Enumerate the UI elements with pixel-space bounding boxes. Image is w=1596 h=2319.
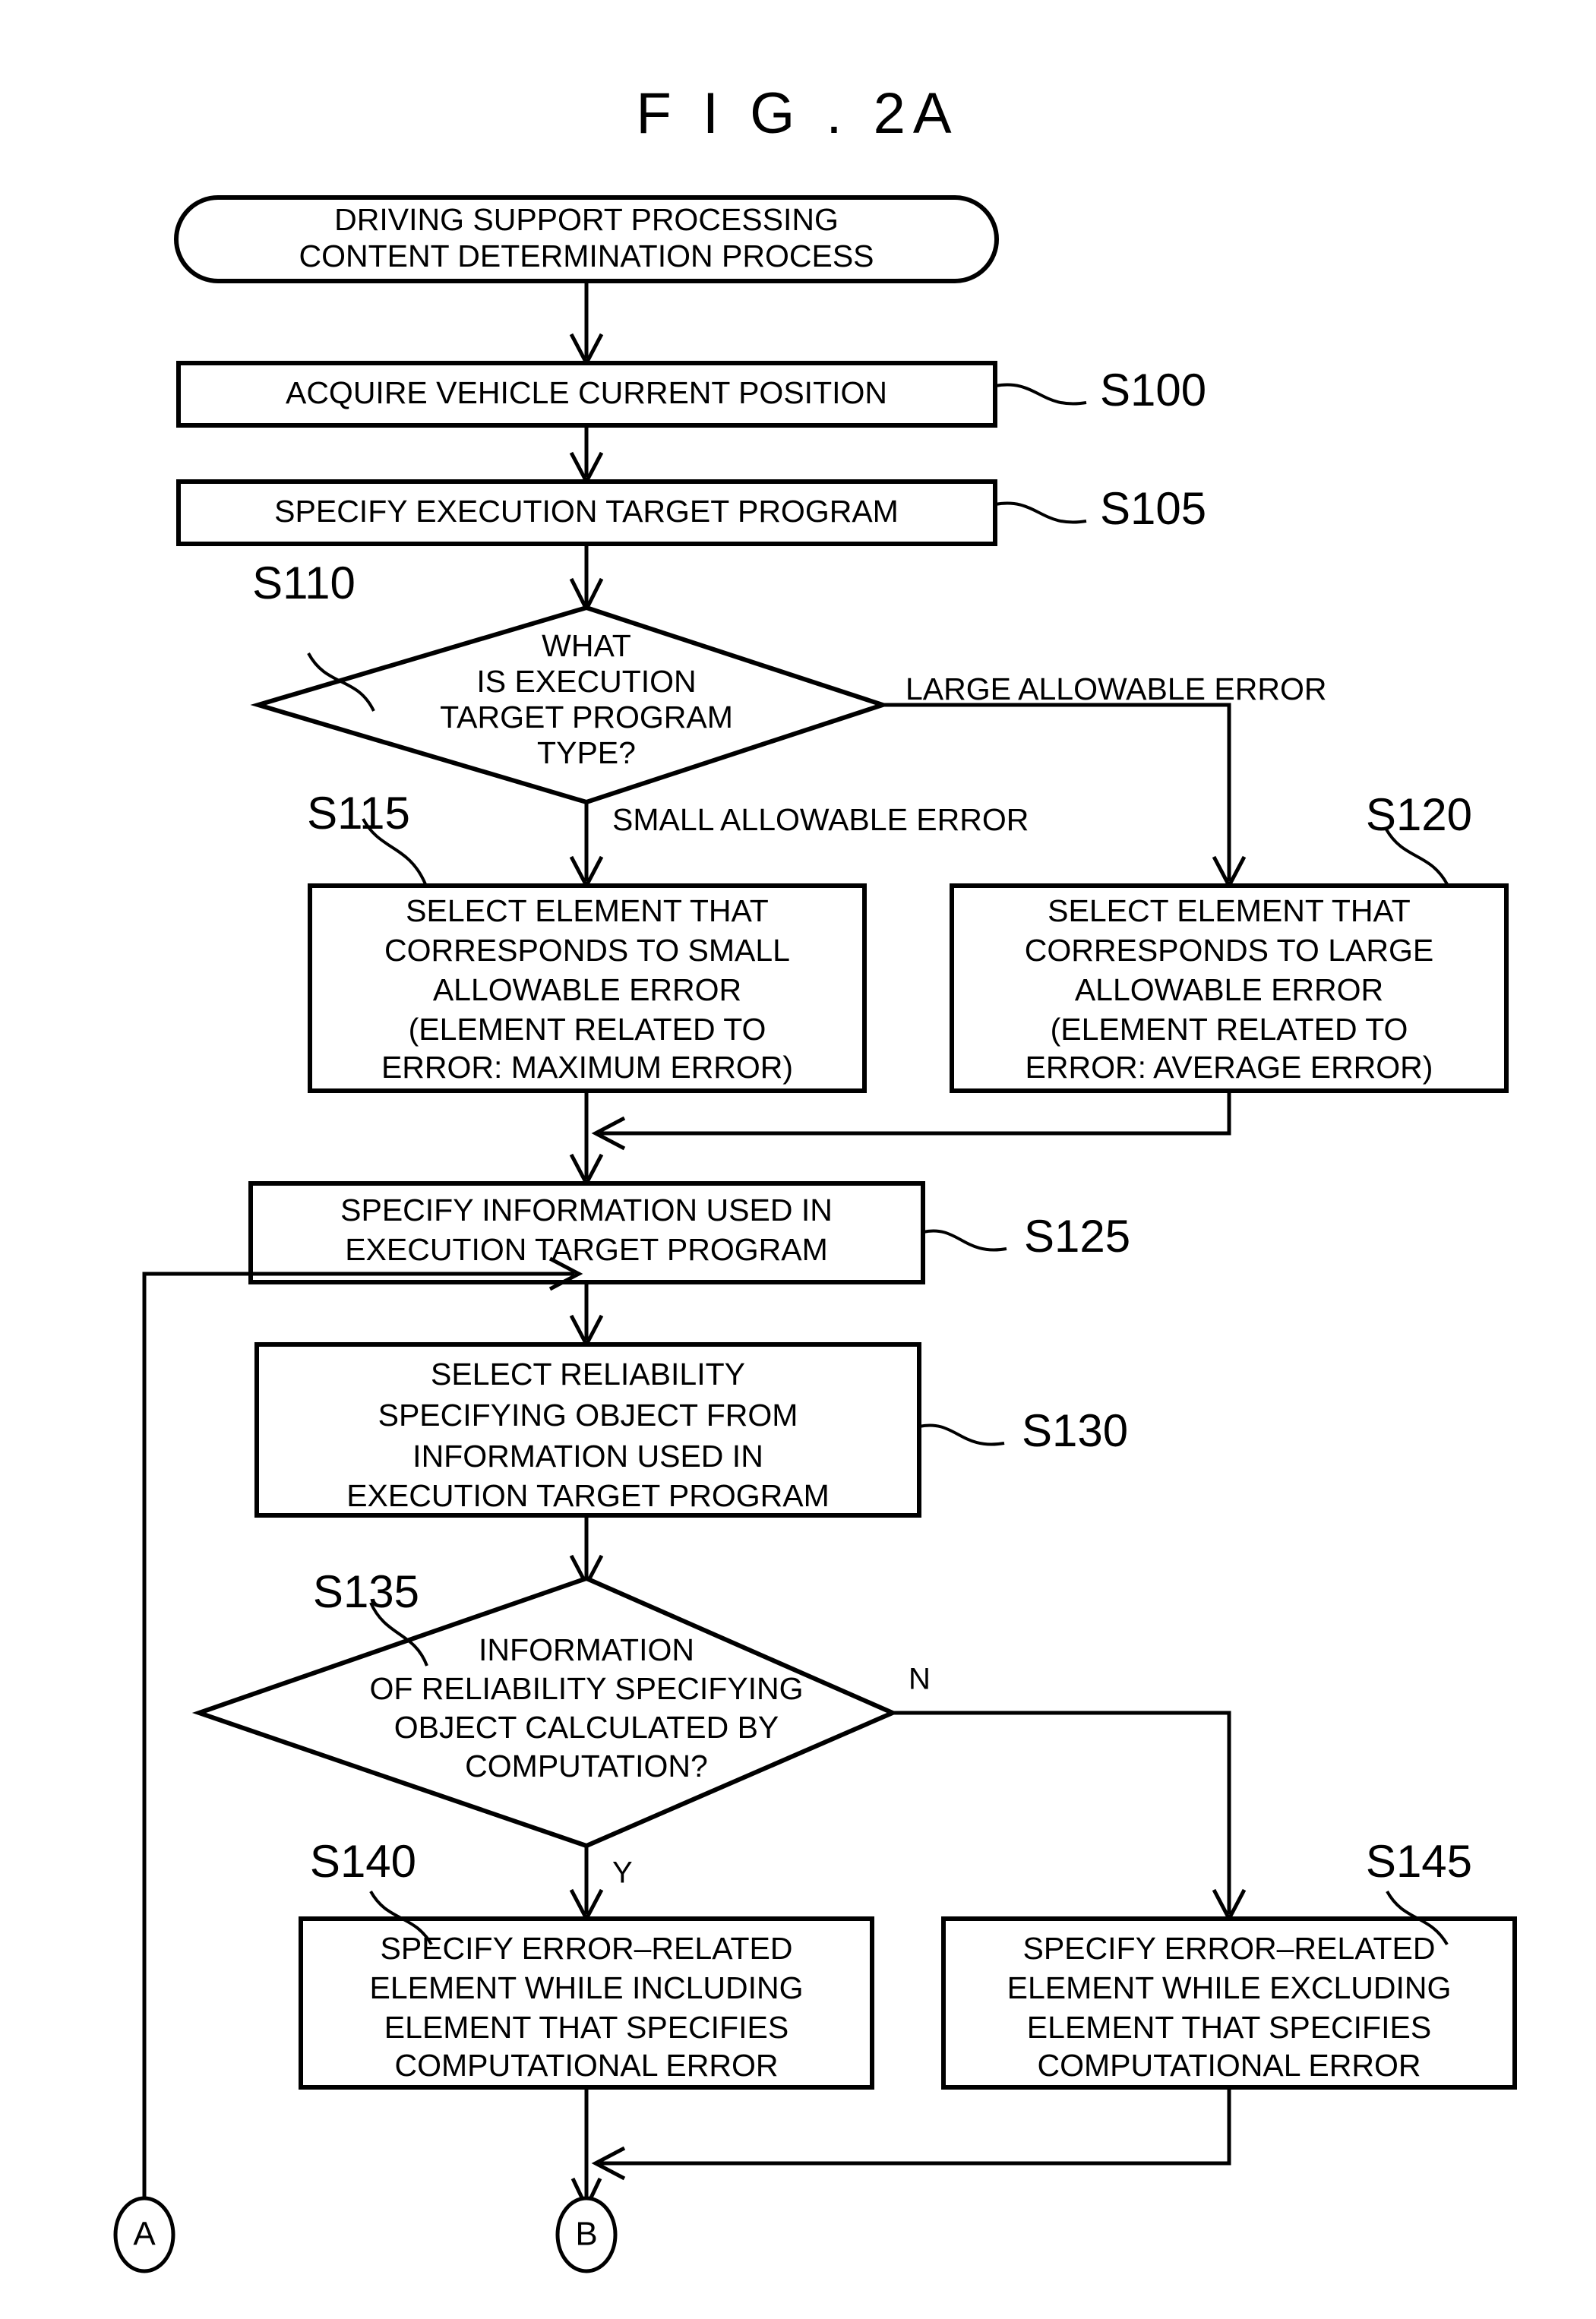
flowline-s135-no-branch bbox=[893, 1711, 1231, 1914]
s145-line-3: ELEMENT THAT SPECIFIES bbox=[1027, 2010, 1431, 2045]
s115-line-4: (ELEMENT RELATED TO bbox=[409, 1012, 766, 1047]
s140-line-3: ELEMENT THAT SPECIFIES bbox=[384, 2010, 789, 2045]
s130-line-4: EXECUTION TARGET PROGRAM bbox=[346, 1478, 830, 1513]
branch-label-large-allowable-error: LARGE ALLOWABLE ERROR bbox=[905, 671, 1326, 706]
flowline-s120-merge bbox=[600, 1091, 1231, 1136]
connector-b-label: B bbox=[575, 2216, 597, 2253]
s145-line-1: SPECIFY ERROR–RELATED bbox=[1022, 1931, 1435, 1966]
s105-step-label: S105 bbox=[1100, 483, 1206, 534]
s135-line-4: COMPUTATION? bbox=[465, 1749, 708, 1783]
figure-root: F I G . 2A DRIVING SUPPORT PROCESSING CO… bbox=[0, 0, 1596, 2319]
s125-line-2: EXECUTION TARGET PROGRAM bbox=[345, 1232, 828, 1267]
figure-title: F I G . 2A bbox=[636, 81, 959, 146]
s115-line-2: CORRESPONDS TO SMALL bbox=[384, 933, 790, 968]
s110-line-1: WHAT bbox=[542, 628, 631, 663]
s100-label: ACQUIRE VEHICLE CURRENT POSITION bbox=[286, 375, 887, 410]
flowline-s110-large-branch bbox=[883, 703, 1231, 881]
s135-line-1: INFORMATION bbox=[479, 1632, 694, 1667]
s110-line-2: IS EXECUTION bbox=[476, 664, 696, 699]
s120-line-3: ALLOWABLE ERROR bbox=[1075, 972, 1383, 1007]
branch-label-yes: Y bbox=[612, 1856, 633, 1890]
s130-step-leader bbox=[918, 1423, 1005, 1446]
s140-line-2: ELEMENT WHILE INCLUDING bbox=[369, 1970, 803, 2005]
s100-step-label: S100 bbox=[1100, 365, 1206, 415]
s120-line-4: (ELEMENT RELATED TO bbox=[1051, 1012, 1408, 1047]
s140-line-1: SPECIFY ERROR–RELATED bbox=[380, 1931, 792, 1966]
s135-line-2: OF RELIABILITY SPECIFYING bbox=[369, 1671, 803, 1706]
s105-step-leader bbox=[994, 501, 1087, 524]
start-terminal-line-2: CONTENT DETERMINATION PROCESS bbox=[299, 239, 874, 273]
s120-step-label: S120 bbox=[1366, 789, 1472, 840]
s120-line-2: CORRESPONDS TO LARGE bbox=[1025, 933, 1433, 968]
s120-line-1: SELECT ELEMENT THAT bbox=[1048, 893, 1411, 928]
s140-line-4: COMPUTATIONAL ERROR bbox=[395, 2048, 779, 2083]
s125-step-leader bbox=[922, 1229, 1007, 1252]
s130-line-1: SELECT RELIABILITY bbox=[431, 1357, 745, 1392]
s145-step-label: S145 bbox=[1366, 1836, 1472, 1887]
s140-step-label: S140 bbox=[310, 1836, 416, 1887]
s125-line-1: SPECIFY INFORMATION USED IN bbox=[340, 1193, 833, 1227]
s110-line-3: TARGET PROGRAM bbox=[440, 700, 733, 735]
s135-step-label: S135 bbox=[313, 1566, 419, 1617]
s130-step-label: S130 bbox=[1022, 1405, 1128, 1456]
s125-step-label: S125 bbox=[1024, 1211, 1130, 1262]
s105-label: SPECIFY EXECUTION TARGET PROGRAM bbox=[274, 494, 899, 529]
s115-line-5: ERROR: MAXIMUM ERROR) bbox=[381, 1050, 793, 1085]
s115-step-label: S115 bbox=[307, 788, 410, 839]
start-terminal-line-1: DRIVING SUPPORT PROCESSING bbox=[334, 202, 839, 237]
branch-label-small-allowable-error: SMALL ALLOWABLE ERROR bbox=[612, 802, 1029, 837]
s145-line-4: COMPUTATIONAL ERROR bbox=[1038, 2048, 1421, 2083]
branch-label-no: N bbox=[909, 1663, 931, 1696]
s145-line-2: ELEMENT WHILE EXCLUDING bbox=[1007, 1970, 1452, 2005]
s115-line-3: ALLOWABLE ERROR bbox=[433, 972, 741, 1007]
s130-line-2: SPECIFYING OBJECT FROM bbox=[378, 1398, 798, 1433]
s115-line-1: SELECT ELEMENT THAT bbox=[406, 893, 769, 928]
s110-line-4: TYPE? bbox=[537, 735, 636, 770]
flowchart-diagram: F I G . 2A DRIVING SUPPORT PROCESSING CO… bbox=[113, 81, 1517, 2273]
s100-step-leader bbox=[994, 383, 1087, 406]
s130-line-3: INFORMATION USED IN bbox=[412, 1439, 763, 1474]
flowline-s145-merge bbox=[600, 2087, 1231, 2166]
s135-line-3: OBJECT CALCULATED BY bbox=[394, 1710, 779, 1745]
s110-step-label: S110 bbox=[252, 558, 356, 608]
connector-a-label: A bbox=[133, 2216, 156, 2253]
s120-line-5: ERROR: AVERAGE ERROR) bbox=[1026, 1050, 1433, 1085]
